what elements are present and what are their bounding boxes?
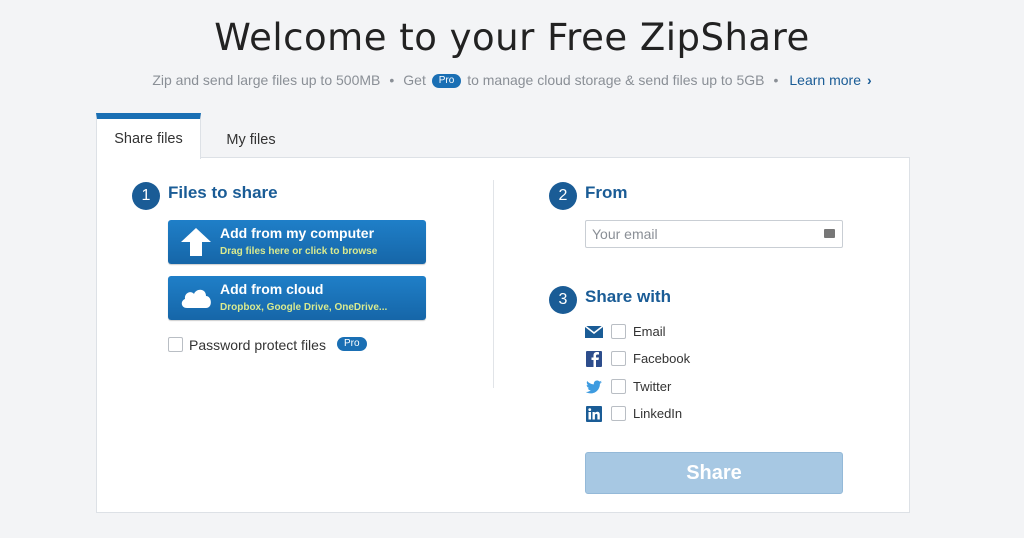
twitter-icon <box>585 380 602 394</box>
email-option-label: Email <box>633 324 666 339</box>
share-option-twitter[interactable]: Twitter <box>585 377 745 397</box>
column-divider <box>493 180 494 388</box>
share-option-facebook[interactable]: Facebook <box>585 349 745 369</box>
password-protect-label[interactable]: Password protect files <box>189 337 326 353</box>
add-from-cloud-button[interactable]: Add from cloud Dropbox, Google Drive, On… <box>168 276 426 320</box>
envelope-icon <box>585 325 603 338</box>
facebook-option-label: Facebook <box>633 351 691 366</box>
add-from-cloud-hint: Dropbox, Google Drive, OneDrive... <box>220 302 388 313</box>
separator-dot: • <box>389 72 395 88</box>
email-field[interactable] <box>586 221 814 247</box>
step-1-number: 1 <box>132 182 160 210</box>
share-option-linkedin[interactable]: LinkedIn <box>585 404 745 424</box>
separator-dot: • <box>773 72 779 88</box>
email-field-wrapper <box>585 220 843 248</box>
facebook-icon <box>586 351 602 367</box>
linkedin-icon <box>586 406 602 422</box>
subtitle-pro-limit: to manage cloud storage & send files up … <box>467 72 765 88</box>
linkedin-checkbox[interactable] <box>611 406 626 421</box>
autofill-icon[interactable] <box>824 229 835 238</box>
step-2-number: 2 <box>549 182 577 210</box>
subtitle: Zip and send large files up to 500MB • Get… <box>0 72 1024 88</box>
chevron-right-icon[interactable]: › <box>867 72 872 88</box>
twitter-checkbox[interactable] <box>611 379 626 394</box>
facebook-checkbox[interactable] <box>611 351 626 366</box>
share-button[interactable]: Share <box>585 452 843 494</box>
step-1-title: Files to share <box>168 183 278 202</box>
add-from-computer-hint: Drag files here or click to browse <box>220 246 378 257</box>
subtitle-free-limit: Zip and send large files up to 500MB <box>152 72 381 88</box>
step-3-title: Share with <box>585 287 671 306</box>
upload-arrow-icon <box>181 228 211 256</box>
share-option-email[interactable]: Email <box>585 322 745 342</box>
linkedin-option-label: LinkedIn <box>633 406 683 421</box>
pro-badge: Pro <box>337 337 367 351</box>
password-protect-checkbox[interactable] <box>168 337 183 352</box>
page-title: Welcome to your Free ZipShare <box>214 16 810 59</box>
email-checkbox[interactable] <box>611 324 626 339</box>
pro-badge: Pro <box>431 74 462 88</box>
add-from-cloud-label: Add from cloud <box>220 281 324 297</box>
add-from-computer-label: Add from my computer <box>220 225 375 241</box>
twitter-option-label: Twitter <box>633 379 672 394</box>
add-from-computer-button[interactable]: Add from my computer Drag files here or … <box>168 220 426 264</box>
step-3-number: 3 <box>549 286 577 314</box>
subtitle-get: Get <box>403 72 426 88</box>
tab-share-files[interactable]: Share files <box>96 113 201 159</box>
cloud-icon <box>181 289 211 308</box>
share-panel: 1 Files to share Add from my computer Dr… <box>96 157 910 513</box>
step-2-title: From <box>585 183 628 202</box>
learn-more-link[interactable]: Learn more <box>789 72 861 88</box>
tab-my-files[interactable]: My files <box>206 117 296 162</box>
